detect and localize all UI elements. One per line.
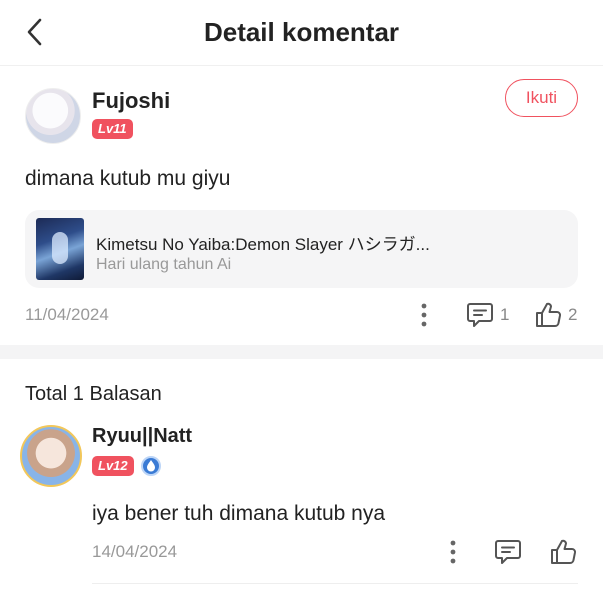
reply-meta-row: 14/04/2024 — [0, 538, 603, 566]
verified-icon — [141, 456, 161, 476]
reply-username[interactable]: Ryuu||Natt — [92, 425, 192, 448]
reply-more-options-button[interactable] — [443, 538, 463, 566]
book-card[interactable]: Kimetsu No Yaiba:Demon Slayer ハシラガ... Ha… — [25, 210, 578, 288]
reply-text: iya bener tuh dimana kutub nya — [92, 502, 386, 525]
reply-comment-button[interactable] — [494, 539, 522, 565]
comment-date: 11/04/2024 — [25, 305, 109, 324]
thumbs-up-icon — [551, 539, 576, 565]
reply-date: 14/04/2024 — [92, 542, 178, 561]
thumbs-up-icon — [536, 302, 561, 328]
more-vertical-icon — [421, 303, 427, 327]
reply-level-badge: Lv12 — [92, 456, 134, 476]
more-vertical-icon — [450, 540, 456, 564]
section-divider — [0, 345, 603, 359]
like-button[interactable]: 2 — [534, 301, 577, 329]
book-cover — [36, 218, 84, 280]
book-title: Kimetsu No Yaiba:Demon Slayer ハシラガ... — [96, 235, 430, 254]
avatar[interactable] — [25, 88, 81, 144]
comment-icon — [495, 540, 521, 564]
comment-username[interactable]: Fujoshi — [92, 88, 170, 114]
reply-button[interactable]: 1 — [466, 302, 509, 328]
reply-like-button[interactable] — [549, 538, 577, 566]
comment-meta-row: 11/04/2024 1 2 — [0, 301, 603, 329]
top-bar: Detail komentar — [0, 0, 603, 66]
reply-divider — [92, 583, 578, 584]
replies-total-label: Total 1 Balasan — [25, 383, 162, 405]
main-comment: Fujoshi Lv11 Ikuti dimana kutub mu giyu … — [0, 67, 603, 345]
level-badge: Lv11 — [92, 119, 133, 139]
comment-icon — [467, 303, 493, 327]
comment-text: dimana kutub mu giyu — [25, 167, 231, 190]
reply-count: 1 — [500, 305, 510, 324]
more-options-button[interactable] — [414, 301, 434, 329]
book-subtitle: Hari ulang tahun Ai — [96, 256, 232, 273]
reply-avatar[interactable] — [20, 425, 82, 487]
follow-button[interactable]: Ikuti — [505, 79, 578, 117]
like-count: 2 — [568, 305, 578, 324]
page-title: Detail komentar — [203, 17, 400, 47]
